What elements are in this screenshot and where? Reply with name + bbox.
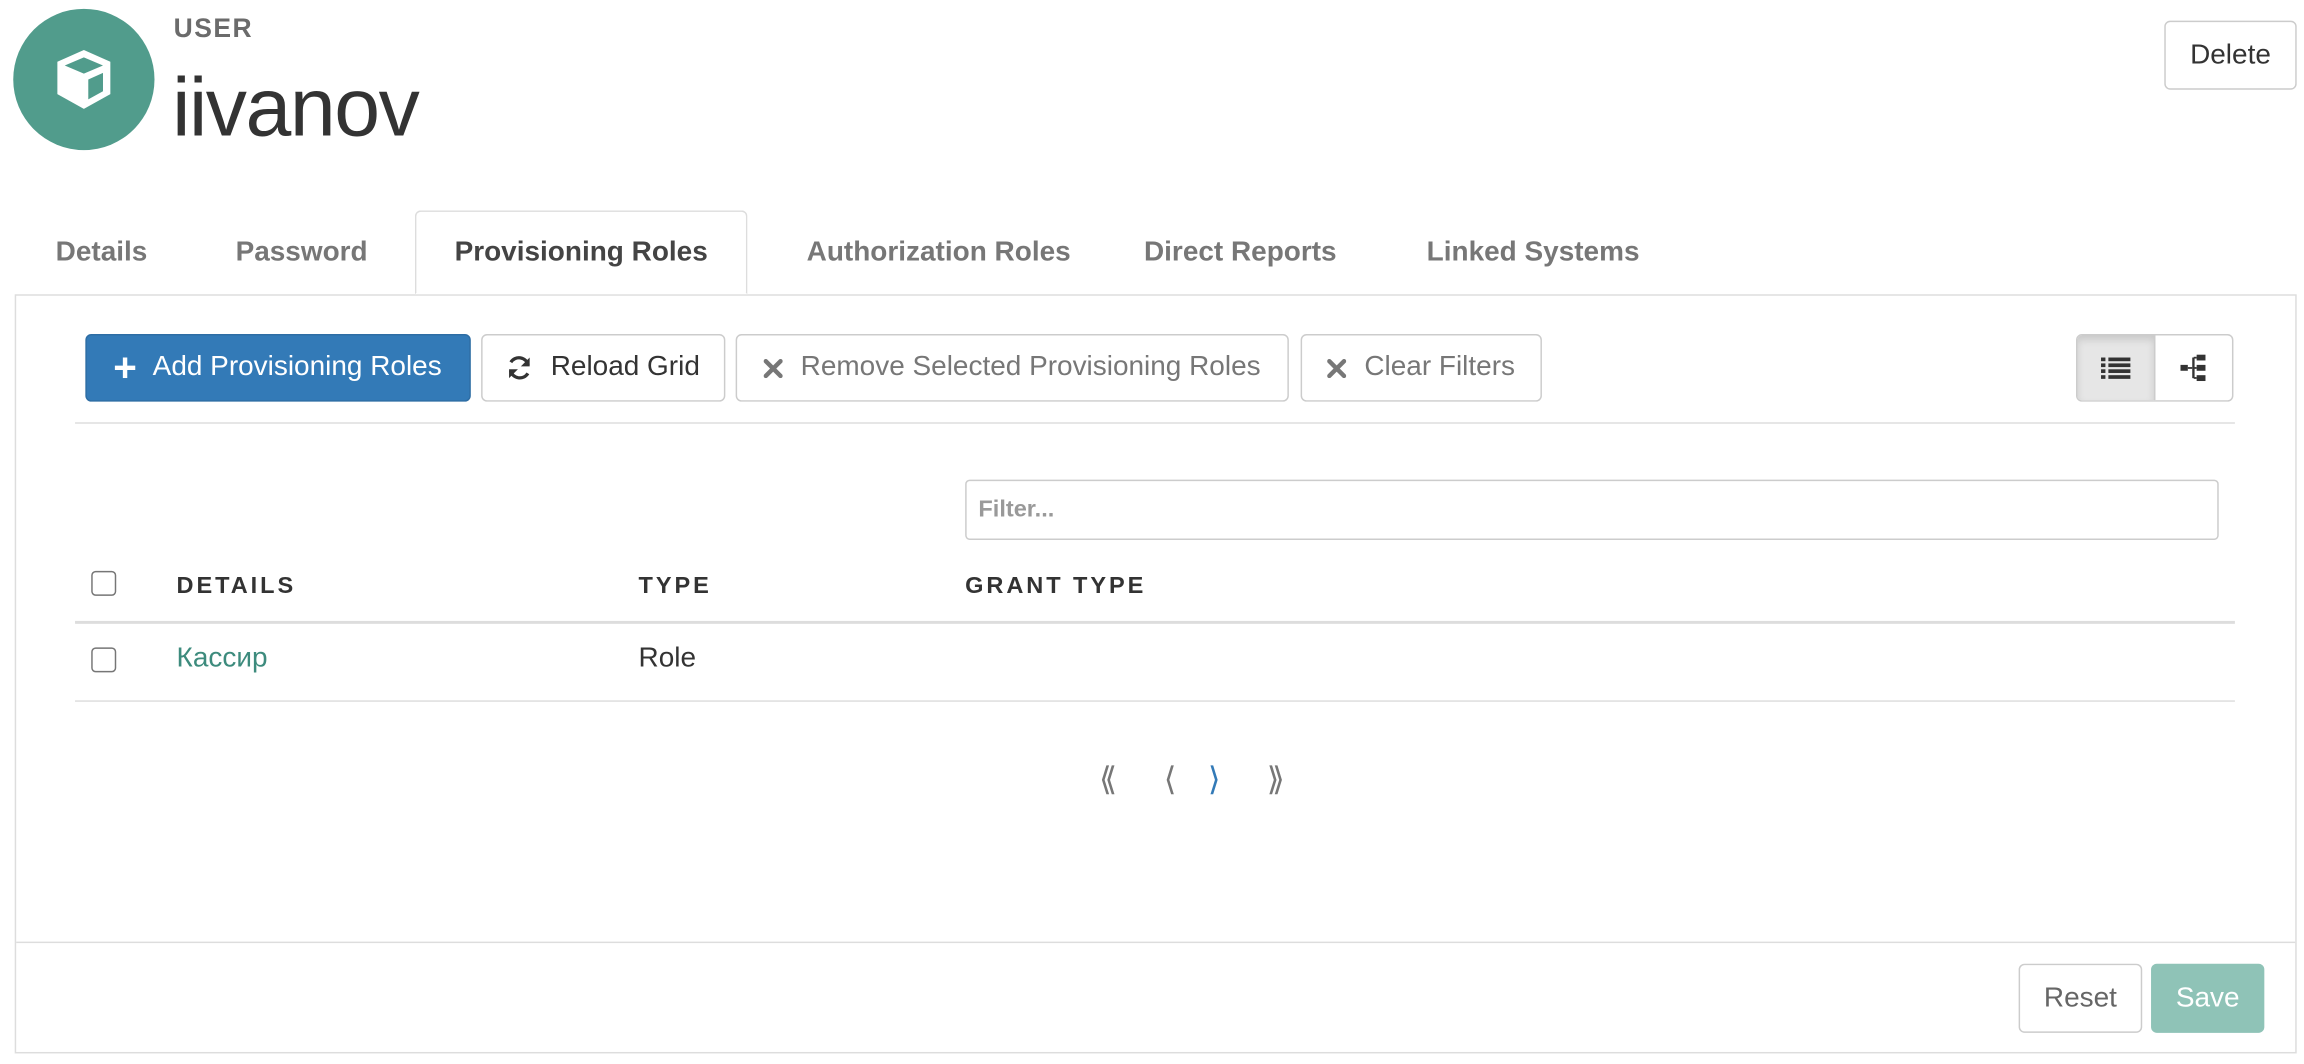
tab-password[interactable]: Password (206, 210, 397, 294)
tab-details[interactable]: Details (15, 210, 189, 294)
user-avatar (13, 8, 155, 151)
add-provisioning-roles-label: Add Provisioning Roles (152, 351, 442, 383)
close-icon (763, 358, 784, 378)
tab-direct-reports[interactable]: Direct Reports (1115, 210, 1365, 294)
entity-type-label: USER (173, 13, 254, 43)
tab-linked-systems[interactable]: Linked Systems (1383, 210, 1683, 294)
plus-icon (114, 357, 136, 379)
tab-panel (14, 294, 2297, 1054)
user-page: USER iivanov Delete Details Password Pro… (0, 0, 2304, 1059)
role-type-cell: Role (638, 642, 697, 674)
list-view-button[interactable] (2077, 335, 2156, 401)
delete-button[interactable]: Delete (2164, 20, 2297, 90)
reload-grid-label: Reload Grid (550, 351, 700, 383)
column-header-type[interactable]: TYPE (639, 574, 712, 600)
tab-authorization-roles[interactable]: Authorization Roles (765, 210, 1112, 294)
next-page-button[interactable]: ⟩ (1208, 761, 1221, 799)
list-icon (2101, 357, 2131, 379)
page-title: iivanov (172, 60, 420, 154)
view-toggle (2076, 333, 2234, 402)
refresh-icon (507, 355, 533, 381)
column-header-grant-type[interactable]: GRANT TYPE (965, 574, 1146, 600)
row-checkbox[interactable] (91, 647, 117, 673)
reset-button[interactable]: Reset (2018, 963, 2143, 1033)
last-page-button[interactable]: ⟫ (1267, 761, 1285, 799)
filter-input[interactable] (965, 479, 2219, 540)
remove-selected-button[interactable]: Remove Selected Provisioning Roles (735, 333, 1289, 402)
first-page-button[interactable]: ⟪ (1099, 761, 1117, 799)
remove-selected-label: Remove Selected Provisioning Roles (800, 351, 1261, 383)
table-header-divider (75, 620, 2235, 624)
add-provisioning-roles-button[interactable]: Add Provisioning Roles (85, 333, 471, 402)
role-link[interactable]: Кассир (177, 643, 268, 675)
column-header-details[interactable]: DETAILS (177, 574, 297, 600)
tab-bar: Details Password Provisioning Roles Auth… (15, 210, 2297, 295)
select-all-checkbox[interactable] (91, 570, 117, 596)
close-icon (1327, 358, 1347, 378)
tab-provisioning-roles[interactable]: Provisioning Roles (414, 210, 748, 295)
table-row-divider (75, 700, 2235, 702)
toolbar-divider (75, 422, 2235, 424)
footer-divider (16, 941, 2296, 944)
save-button[interactable]: Save (2151, 963, 2265, 1033)
clear-filters-button[interactable]: Clear Filters (1300, 333, 1542, 402)
clear-filters-label: Clear Filters (1364, 351, 1516, 383)
cube-icon (57, 50, 111, 109)
prev-page-button[interactable]: ⟨ (1164, 761, 1177, 799)
reload-grid-button[interactable]: Reload Grid (481, 333, 726, 402)
tree-icon (2180, 354, 2206, 382)
tree-view-button[interactable] (2155, 335, 2232, 400)
